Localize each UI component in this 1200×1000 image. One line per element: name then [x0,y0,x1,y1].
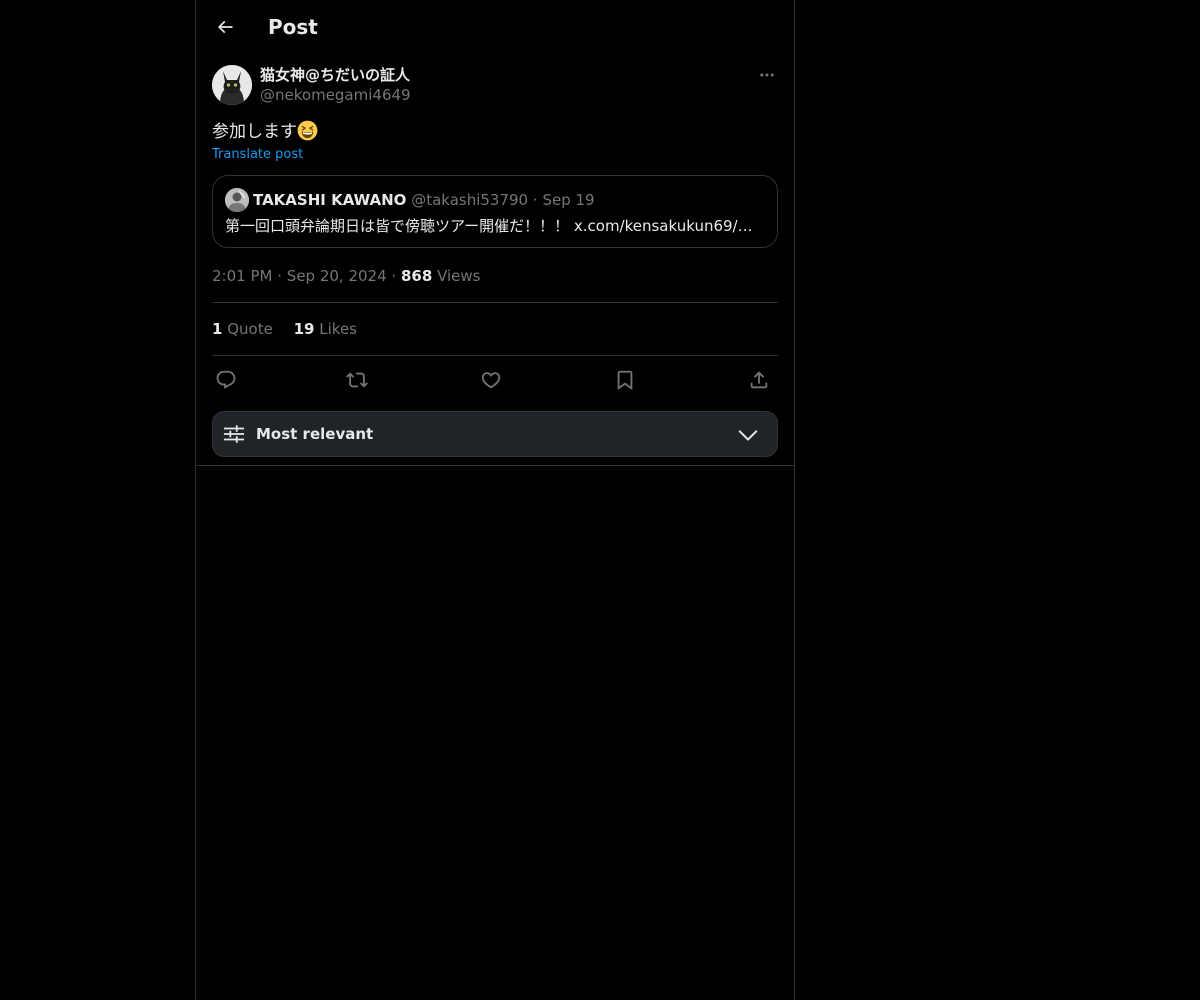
post-date[interactable]: Sep 20, 2024 [287,267,387,285]
translate-post-link[interactable]: Translate post [212,146,303,164]
reply-sort-dropdown[interactable]: Most relevant [212,411,778,457]
repost-button[interactable] [343,366,371,394]
reply-button[interactable] [212,366,240,394]
post-body: 参加します [212,120,318,144]
divider [212,302,778,303]
post-header: Post [196,0,794,53]
divider [212,355,778,356]
repost-icon [346,372,368,388]
main-column: Post 猫女神@ちだいの証人 @nekomegami4649 参加します Tr… [195,0,795,1000]
quotes-stat[interactable]: 1 Quote [212,319,273,339]
quotes-label: Quote [227,320,273,338]
person-avatar-icon [225,188,249,212]
heart-icon [481,372,501,389]
more-options-button[interactable] [756,64,778,86]
views-label: Views [437,267,481,285]
likes-count: 19 [293,320,315,338]
like-button[interactable] [477,366,505,394]
share-button[interactable] [745,366,773,394]
back-button[interactable] [208,10,242,44]
views-separator: · [391,267,397,285]
cat-avatar-icon [212,65,252,105]
likes-label: Likes [319,320,357,338]
share-icon [750,371,768,389]
timestamp-separator: · [277,267,283,285]
quote-text: 第一回口頭弁論期日は皆で傍聴ツアー開催だ！！！ x.com/kensakukun… [225,217,755,235]
author-avatar[interactable] [212,65,252,105]
engagement-stats: 1 Quote 19 Likes [212,319,373,339]
quoted-post[interactable]: TAKASHI KAWANO @takashi53790 · Sep 19 第一… [212,175,778,248]
likes-stat[interactable]: 19 Likes [294,319,357,339]
divider [196,465,794,466]
post-timestamp: 2:01 PM · Sep 20, 2024 · 868 Views [212,266,481,286]
arrow-left-icon [217,20,233,34]
quotes-count: 1 [212,320,223,338]
page-title: Post [268,15,318,39]
post-author: 猫女神@ちだいの証人 @nekomegami4649 [212,64,778,106]
quote-author-handle: @takashi53790 [411,191,529,209]
author-handle[interactable]: @nekomegami4649 [260,85,411,105]
bookmark-button[interactable] [611,366,639,394]
quote-separator: · [532,191,538,209]
quote-date: Sep 19 [542,191,595,209]
post-text: 参加します [212,122,297,142]
views-count: 868 [400,267,433,285]
sort-label: Most relevant [256,425,374,443]
more-horizontal-icon [760,73,774,77]
reply-icon [216,370,236,389]
bookmark-icon [617,370,633,391]
action-bar [212,366,778,394]
grinning-squinting-face-emoji [297,120,318,141]
quote-meta: TAKASHI KAWANO @takashi53790 · Sep 19 [253,190,595,210]
sliders-icon [223,425,245,443]
chevron-down-icon [738,430,758,441]
quote-author-avatar [225,188,249,212]
post-time[interactable]: 2:01 PM [212,267,272,285]
author-display-name[interactable]: 猫女神@ちだいの証人 [260,65,410,85]
quote-author-name: TAKASHI KAWANO [253,191,407,209]
